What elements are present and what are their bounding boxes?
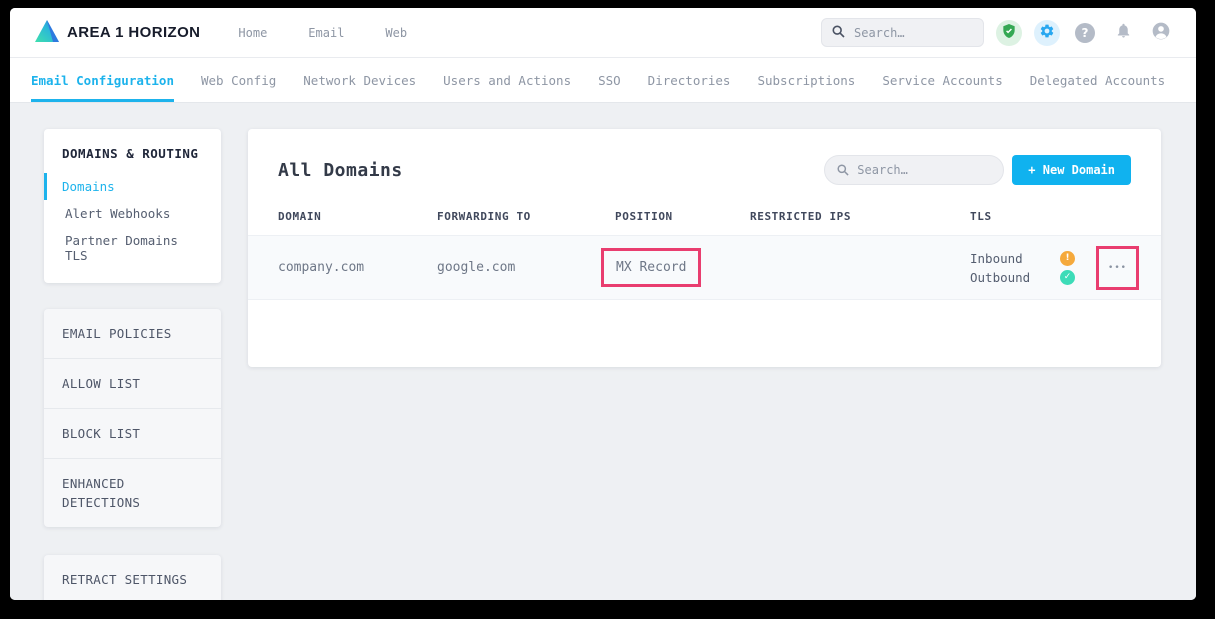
- sidebar-item-partner-domains-tls[interactable]: Partner Domains TLS: [44, 227, 221, 269]
- tls-inbound-label: Inbound: [970, 251, 1042, 266]
- sidebar-item-allow-list[interactable]: ALLOW LIST: [44, 358, 221, 408]
- row-actions-button[interactable]: •••: [1108, 263, 1127, 273]
- content-area: DOMAINS & ROUTING Domains Alert Webhooks…: [10, 103, 1196, 600]
- sidebar-item-enhanced-detections[interactable]: ENHANCED DETECTIONS: [44, 458, 221, 527]
- tab-users-and-actions[interactable]: Users and Actions: [443, 58, 571, 102]
- tab-network-devices[interactable]: Network Devices: [303, 58, 416, 102]
- col-header-restricted-ips: RESTRICTED IPS: [750, 210, 970, 223]
- search-icon: [837, 161, 849, 180]
- tab-directories[interactable]: Directories: [648, 58, 731, 102]
- top-bar: AREA 1 HORIZON Home Email Web: [10, 8, 1196, 57]
- top-bar-right: ?: [821, 18, 1174, 47]
- global-search-input[interactable]: [854, 26, 973, 40]
- table-header-row: DOMAIN FORWARDING TO POSITION RESTRICTED…: [248, 205, 1161, 227]
- global-search[interactable]: [821, 18, 984, 47]
- bell-icon: [1115, 22, 1132, 43]
- col-header-tls: TLS: [970, 210, 1096, 223]
- nav-home[interactable]: Home: [238, 26, 267, 40]
- tab-email-configuration[interactable]: Email Configuration: [31, 58, 174, 102]
- new-domain-button[interactable]: + New Domain: [1012, 155, 1131, 185]
- policy-sections-card: EMAIL POLICIES ALLOW LIST BLOCK LIST ENH…: [44, 309, 221, 527]
- settings-button[interactable]: [1034, 20, 1060, 46]
- sidebar-item-alert-webhooks[interactable]: Alert Webhooks: [44, 200, 221, 227]
- sidebar-item-domains[interactable]: Domains: [44, 173, 221, 200]
- tls-outbound-check-icon: ✓: [1060, 270, 1075, 285]
- sidebar-item-retract-settings[interactable]: RETRACT SETTINGS: [44, 555, 221, 600]
- top-nav: Home Email Web: [238, 26, 407, 40]
- security-status-button[interactable]: [996, 20, 1022, 46]
- col-header-domain: DOMAIN: [278, 210, 437, 223]
- question-icon: ?: [1075, 23, 1095, 43]
- tab-service-accounts[interactable]: Service Accounts: [882, 58, 1002, 102]
- main-area: All Domains + New Domain DOMAIN: [248, 129, 1161, 600]
- domains-routing-title: DOMAINS & ROUTING: [44, 146, 221, 161]
- highlight-box-position: MX Record: [601, 248, 701, 287]
- nav-web[interactable]: Web: [385, 26, 407, 40]
- domains-routing-card: DOMAINS & ROUTING Domains Alert Webhooks…: [44, 129, 221, 283]
- tls-inbound-warning-icon: !: [1060, 251, 1075, 266]
- cell-domain: company.com: [278, 260, 437, 275]
- sidebar-item-block-list[interactable]: BLOCK LIST: [44, 408, 221, 458]
- notifications-button[interactable]: [1110, 20, 1136, 46]
- table-row[interactable]: company.com google.com MX Record Inbound…: [248, 235, 1161, 300]
- user-icon: [1151, 21, 1171, 45]
- tls-outbound-label: Outbound: [970, 270, 1042, 285]
- tab-sso[interactable]: SSO: [598, 58, 621, 102]
- config-tab-bar: Email Configuration Web Config Network D…: [10, 57, 1196, 103]
- col-header-position: POSITION: [615, 210, 750, 223]
- tab-web-config[interactable]: Web Config: [201, 58, 276, 102]
- highlight-box-actions: •••: [1096, 246, 1139, 290]
- card-header: All Domains + New Domain: [248, 129, 1161, 205]
- retract-settings-card: RETRACT SETTINGS: [44, 555, 221, 600]
- cell-forwarding-to: google.com: [437, 260, 615, 275]
- domains-search-input[interactable]: [857, 163, 991, 177]
- gear-icon: [1039, 23, 1055, 43]
- col-header-forwarding-to: FORWARDING TO: [437, 210, 615, 223]
- search-icon: [832, 23, 845, 42]
- cell-actions: •••: [1096, 246, 1139, 290]
- cell-tls: Inbound ! Outbound ✓: [970, 251, 1096, 285]
- position-value: MX Record: [616, 260, 686, 275]
- page-title: All Domains: [278, 160, 403, 181]
- logo[interactable]: AREA 1 HORIZON: [34, 19, 200, 47]
- domains-search[interactable]: [824, 155, 1004, 185]
- logo-text: AREA 1 HORIZON: [67, 24, 200, 41]
- shield-check-icon: [1001, 23, 1017, 43]
- tab-subscriptions[interactable]: Subscriptions: [757, 58, 855, 102]
- triangle-logo-icon: [34, 19, 60, 47]
- cell-position: MX Record: [615, 248, 750, 287]
- app-window: AREA 1 HORIZON Home Email Web: [10, 8, 1196, 600]
- all-domains-card: All Domains + New Domain DOMAIN: [248, 129, 1161, 367]
- tab-delegated-accounts[interactable]: Delegated Accounts: [1030, 58, 1165, 102]
- account-button[interactable]: [1148, 20, 1174, 46]
- help-button[interactable]: ?: [1072, 20, 1098, 46]
- sidebar-item-email-policies[interactable]: EMAIL POLICIES: [44, 309, 221, 358]
- sidebar: DOMAINS & ROUTING Domains Alert Webhooks…: [44, 129, 221, 600]
- nav-email[interactable]: Email: [308, 26, 344, 40]
